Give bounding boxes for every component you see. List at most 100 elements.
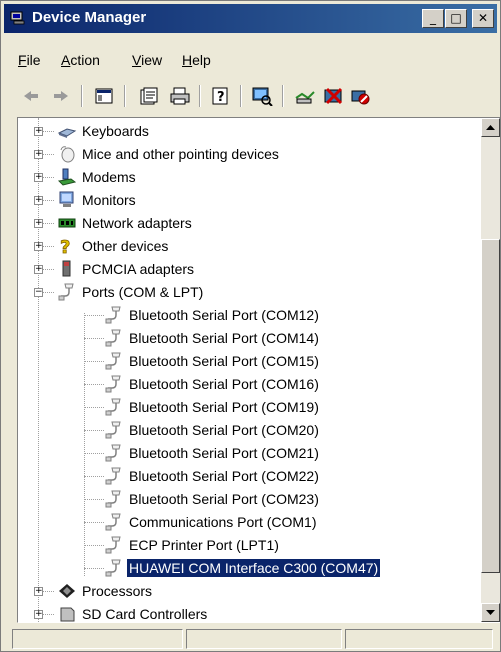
tree-item-network-adapters[interactable]: + Network adapters xyxy=(18,212,458,235)
tree-item-sd-card-controllers[interactable]: + SD Card Controllers xyxy=(18,603,458,622)
monitor-icon xyxy=(59,191,74,207)
minimize-button[interactable]: _ xyxy=(422,9,444,28)
tree-item-mice[interactable]: + Mice and other pointing devices xyxy=(18,143,458,166)
scrollbar-thumb[interactable] xyxy=(481,239,500,573)
print-icon[interactable] xyxy=(169,86,191,106)
update-driver-icon[interactable] xyxy=(294,86,316,106)
tree-line xyxy=(42,177,54,178)
port-item-label: Bluetooth Serial Port (COM20) xyxy=(129,422,319,438)
port-icon xyxy=(105,352,121,370)
forward-icon[interactable] xyxy=(50,86,72,106)
expand-sd-card-button[interactable]: + xyxy=(34,610,43,619)
expand-pcmcia-adapters-button[interactable]: + xyxy=(34,265,43,274)
port-item-com16[interactable]: Bluetooth Serial Port (COM16) xyxy=(18,373,458,396)
tree-item-ports[interactable]: − Ports (COM & LPT) xyxy=(18,281,458,304)
port-item-com47[interactable]: HUAWEI COM Interface C300 (COM47) xyxy=(18,557,458,580)
tree-line xyxy=(42,269,54,270)
port-icon xyxy=(105,536,121,554)
expand-processors-button[interactable]: + xyxy=(34,587,43,596)
tree-item-label: Keyboards xyxy=(82,123,149,139)
menu-help[interactable]: Help xyxy=(182,52,211,68)
tree-line xyxy=(42,614,54,615)
title-bar[interactable]: Device Manager _ □ ✕ xyxy=(4,4,497,33)
vertical-scrollbar[interactable] xyxy=(481,118,500,622)
menu-help-label: elp xyxy=(192,52,211,68)
show-hide-tree-icon[interactable] xyxy=(93,86,115,106)
tree-item-label: PCMCIA adapters xyxy=(82,261,195,277)
tree-item-pcmcia-adapters[interactable]: + PCMCIA adapters xyxy=(18,258,458,281)
expand-network-adapters-button[interactable]: + xyxy=(34,219,43,228)
port-item-com21[interactable]: Bluetooth Serial Port (COM21) xyxy=(18,442,458,465)
menu-view[interactable]: View xyxy=(132,52,162,68)
tree-item-other-devices[interactable]: + ? Other devices xyxy=(18,235,458,258)
tree-item-modems[interactable]: + Modems xyxy=(18,166,458,189)
tree-line xyxy=(42,200,54,201)
tree-line xyxy=(84,338,104,339)
collapse-ports-button[interactable]: − xyxy=(34,288,43,297)
expand-keyboards-button[interactable]: + xyxy=(34,127,43,136)
tree-line xyxy=(84,499,104,500)
scan-hardware-icon[interactable] xyxy=(251,86,273,106)
port-icon xyxy=(105,329,121,347)
disable-icon[interactable] xyxy=(349,86,371,106)
help-icon[interactable]: ? xyxy=(209,86,231,106)
port-item-label: Bluetooth Serial Port (COM15) xyxy=(129,353,319,369)
menu-view-label: iew xyxy=(141,52,163,68)
maximize-button[interactable]: □ xyxy=(445,9,467,28)
port-item-com1[interactable]: Communications Port (COM1) xyxy=(18,511,458,534)
scroll-up-button[interactable] xyxy=(481,118,500,137)
back-icon[interactable] xyxy=(20,86,42,106)
port-icon xyxy=(105,375,121,393)
tree-item-label: Mice and other pointing devices xyxy=(82,146,279,162)
port-item-com15[interactable]: Bluetooth Serial Port (COM15) xyxy=(18,350,458,373)
tree-line xyxy=(42,154,54,155)
port-item-com19[interactable]: Bluetooth Serial Port (COM19) xyxy=(18,396,458,419)
port-item-com12[interactable]: Bluetooth Serial Port (COM12) xyxy=(18,304,458,327)
tree-line xyxy=(84,315,104,316)
expand-modems-button[interactable]: + xyxy=(34,173,43,182)
menu-file-label: ile xyxy=(26,52,41,68)
sd-card-icon xyxy=(60,607,75,622)
tree-line xyxy=(84,407,104,408)
menu-file[interactable]: File xyxy=(18,52,41,68)
expand-mice-button[interactable]: + xyxy=(34,150,43,159)
keyboard-icon xyxy=(57,128,77,138)
tree-line xyxy=(42,292,54,293)
expand-monitors-button[interactable]: + xyxy=(34,196,43,205)
device-manager-icon xyxy=(10,11,25,25)
tree-item-keyboards[interactable]: + Keyboards xyxy=(18,120,458,143)
port-item-lpt1[interactable]: ECP Printer Port (LPT1) xyxy=(18,534,458,557)
mouse-icon xyxy=(60,146,75,163)
modem-icon xyxy=(57,168,77,186)
scroll-down-button[interactable] xyxy=(481,603,500,622)
uninstall-icon[interactable] xyxy=(322,86,344,106)
tree-item-processors[interactable]: + Processors xyxy=(18,580,458,603)
close-button[interactable]: ✕ xyxy=(472,9,494,28)
menu-help-accel: H xyxy=(182,52,193,68)
tree-item-label: Monitors xyxy=(82,192,136,208)
processor-icon xyxy=(59,584,75,598)
port-icon xyxy=(105,490,121,508)
unknown-device-icon: ? xyxy=(60,237,71,256)
port-item-com23[interactable]: Bluetooth Serial Port (COM23) xyxy=(18,488,458,511)
toolbar-separator xyxy=(124,85,126,107)
expand-other-devices-button[interactable]: + xyxy=(34,242,43,251)
port-item-com22[interactable]: Bluetooth Serial Port (COM22) xyxy=(18,465,458,488)
menu-bar: File Action View Help xyxy=(4,46,497,72)
status-panel-main xyxy=(12,629,183,649)
properties-icon[interactable] xyxy=(138,86,160,106)
device-tree: + Keyboards + Mice and other pointing de… xyxy=(18,118,480,622)
port-item-com20[interactable]: Bluetooth Serial Port (COM20) xyxy=(18,419,458,442)
port-item-com14[interactable]: Bluetooth Serial Port (COM14) xyxy=(18,327,458,350)
port-icon xyxy=(105,513,121,531)
tree-line xyxy=(84,384,104,385)
menu-view-accel: V xyxy=(132,52,142,68)
tree-line xyxy=(84,476,104,477)
menu-action[interactable]: Action xyxy=(61,52,100,68)
tree-line xyxy=(84,361,104,362)
port-icon xyxy=(105,559,121,577)
port-item-label: Bluetooth Serial Port (COM22) xyxy=(129,468,319,484)
port-item-label: ECP Printer Port (LPT1) xyxy=(129,537,279,553)
port-item-label: Bluetooth Serial Port (COM14) xyxy=(129,330,319,346)
tree-item-monitors[interactable]: + Monitors xyxy=(18,189,458,212)
